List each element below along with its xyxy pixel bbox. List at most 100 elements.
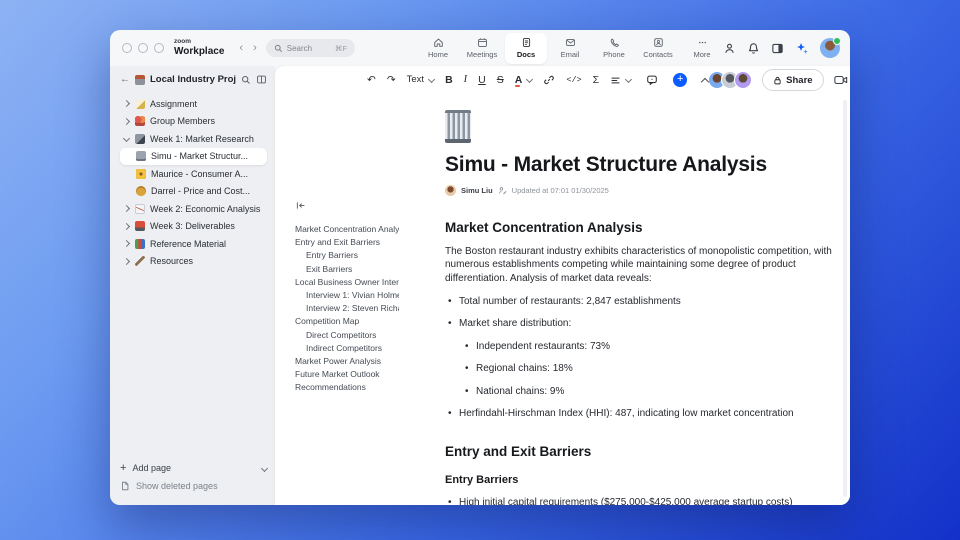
align-list-icon — [611, 77, 620, 83]
notifications-bell-icon[interactable] — [747, 42, 760, 55]
text-style-dropdown[interactable]: Text — [407, 75, 436, 85]
formula-button[interactable]: Σ — [593, 75, 600, 86]
add-page-button[interactable]: + Add page — [120, 459, 269, 477]
bold-button[interactable]: B — [445, 75, 453, 86]
global-search-input[interactable]: Search ⌘F — [265, 39, 355, 57]
collapse-outline-icon[interactable] — [295, 198, 399, 216]
nav-forward-button[interactable]: › — [248, 42, 262, 54]
zoom-window-button[interactable] — [154, 43, 164, 53]
list-format-dropdown[interactable] — [610, 75, 633, 86]
chevron-down-icon[interactable] — [122, 135, 130, 143]
window-controls — [122, 43, 164, 53]
user-avatar[interactable] — [820, 37, 841, 58]
underline-button[interactable]: U — [478, 75, 486, 86]
main-area: ← Local Industry Project Assignment Grou… — [110, 66, 850, 505]
sidebar-item-maurice-doc[interactable]: Maurice - Consumer A... — [120, 165, 267, 183]
chevron-right-icon[interactable] — [122, 240, 130, 248]
insert-add-button[interactable]: + — [673, 73, 688, 87]
document-body[interactable]: Simu - Market Structure Analysis Simu Li… — [445, 94, 833, 505]
sidebar-item-assignment[interactable]: Assignment — [120, 95, 267, 113]
sidebar-item-simu-doc[interactable]: Simu - Market Structur... — [120, 147, 267, 165]
tab-meetings[interactable]: Meetings — [461, 33, 503, 64]
show-deleted-pages-button[interactable]: Show deleted pages — [120, 477, 267, 495]
bullet-item[interactable]: National chains: 9% — [462, 385, 833, 398]
close-window-button[interactable] — [122, 43, 132, 53]
tab-email[interactable]: Email — [549, 33, 591, 64]
sidebar-item-group-members[interactable]: Group Members — [120, 113, 267, 131]
delivery-truck-icon — [135, 221, 145, 232]
tab-label: Phone — [603, 50, 625, 59]
sidebar-item-darrel-doc[interactable]: Darrel - Price and Cost... — [120, 183, 267, 201]
toc-item[interactable]: Entry and Exit Barriers — [295, 236, 399, 249]
toc-item[interactable]: Market Power Analysis — [295, 355, 399, 368]
section-subheading[interactable]: Entry Barriers — [445, 474, 833, 486]
ai-companion-sparkle-icon[interactable] — [795, 41, 809, 55]
tab-home[interactable]: Home — [417, 33, 459, 64]
add-page-label: Add page — [132, 463, 171, 473]
bullet-item[interactable]: Total number of restaurants: 2,847 estab… — [445, 295, 833, 308]
scrollbar-track[interactable] — [843, 100, 847, 497]
sidebar-item-week3[interactable]: Week 3: Deliverables — [120, 218, 267, 236]
section-heading[interactable]: Entry and Exit Barriers — [445, 444, 833, 459]
chevron-down-icon[interactable] — [260, 464, 269, 472]
bullet-item[interactable]: High initial capital requirements ($275,… — [445, 496, 833, 505]
collapse-sidebar-icon[interactable] — [256, 74, 267, 85]
nav-back-button[interactable]: ‹ — [234, 42, 248, 54]
section-heading[interactable]: Market Concentration Analysis — [445, 220, 833, 235]
toc-item[interactable]: Local Business Owner Intervie... — [295, 276, 399, 289]
bullet-item[interactable]: Market share distribution: — [445, 317, 833, 330]
toc-item[interactable]: Interview 2: Steven Richard... — [295, 302, 399, 315]
sidebar-item-resources[interactable]: Resources — [120, 253, 267, 271]
link-icon[interactable] — [543, 74, 555, 86]
chevron-right-icon[interactable] — [122, 117, 130, 125]
toc-item[interactable]: Direct Competitors — [295, 329, 399, 342]
toc-item[interactable]: Entry Barriers — [295, 249, 399, 262]
zoom-workplace-logo: zoom Workplace — [174, 39, 224, 57]
code-button[interactable]: </> — [566, 76, 581, 85]
sidebar-item-label: Week 1: Market Research — [150, 133, 254, 144]
chevron-right-icon[interactable] — [122, 205, 130, 213]
tab-more[interactable]: More — [681, 33, 723, 64]
tab-phone[interactable]: Phone — [593, 33, 635, 64]
microscope-icon — [135, 133, 145, 144]
document-content-area: Market Concentration Analysis Entry and … — [275, 94, 850, 505]
toc-item[interactable]: Interview 1: Vivian Holmes, ... — [295, 289, 399, 302]
bullet-list: High initial capital requirements ($275,… — [445, 496, 833, 505]
comment-icon[interactable] — [646, 74, 658, 86]
toc-item[interactable]: Market Concentration Analysis — [295, 223, 399, 236]
panel-toggle-icon[interactable] — [771, 42, 784, 55]
minimize-window-button[interactable] — [138, 43, 148, 53]
document-actions: Share ··· — [708, 69, 850, 91]
bullet-item[interactable]: Herfindahl-Hirschman Index (HHI): 487, i… — [445, 407, 833, 420]
collaborator-avatar[interactable] — [734, 71, 753, 89]
share-button[interactable]: Share — [762, 69, 824, 91]
bullet-item[interactable]: Independent restaurants: 73% — [462, 340, 833, 353]
back-arrow-icon[interactable]: ← — [120, 74, 130, 85]
redo-button[interactable]: ↷ — [387, 75, 396, 86]
memo-icon — [135, 98, 145, 109]
toc-item[interactable]: Competition Map — [295, 315, 399, 328]
sidebar-item-week2[interactable]: Week 2: Economic Analysis — [120, 200, 267, 218]
toc-item[interactable]: Exit Barriers — [295, 263, 399, 276]
text-color-dropdown[interactable]: A — [514, 75, 534, 87]
profile-icon[interactable] — [723, 42, 736, 55]
sidebar-search-icon[interactable] — [241, 75, 251, 85]
sidebar-item-reference-material[interactable]: Reference Material — [120, 235, 267, 253]
toc-item[interactable]: Recommendations — [295, 381, 399, 394]
chevron-right-icon[interactable] — [122, 257, 130, 265]
chevron-right-icon[interactable] — [122, 100, 130, 108]
tab-docs[interactable]: Docs — [505, 32, 547, 64]
document-panel: ↶ ↷ Text B I U S A </> Σ + Share Market … — [275, 66, 850, 505]
document-title[interactable]: Simu - Market Structure Analysis — [445, 153, 833, 177]
bullet-item[interactable]: Regional chains: 18% — [462, 362, 833, 375]
italic-button[interactable]: I — [464, 74, 468, 86]
undo-button[interactable]: ↶ — [367, 75, 376, 86]
toc-item[interactable]: Indirect Competitors — [295, 342, 399, 355]
section-paragraph[interactable]: The Boston restaurant industry exhibits … — [445, 245, 833, 285]
video-camera-icon[interactable] — [833, 74, 848, 86]
chevron-right-icon[interactable] — [122, 222, 130, 230]
sidebar-item-week1[interactable]: Week 1: Market Research — [120, 130, 267, 148]
toc-item[interactable]: Future Market Outlook — [295, 368, 399, 381]
strikethrough-button[interactable]: S — [497, 75, 504, 86]
tab-contacts[interactable]: Contacts — [637, 33, 679, 64]
